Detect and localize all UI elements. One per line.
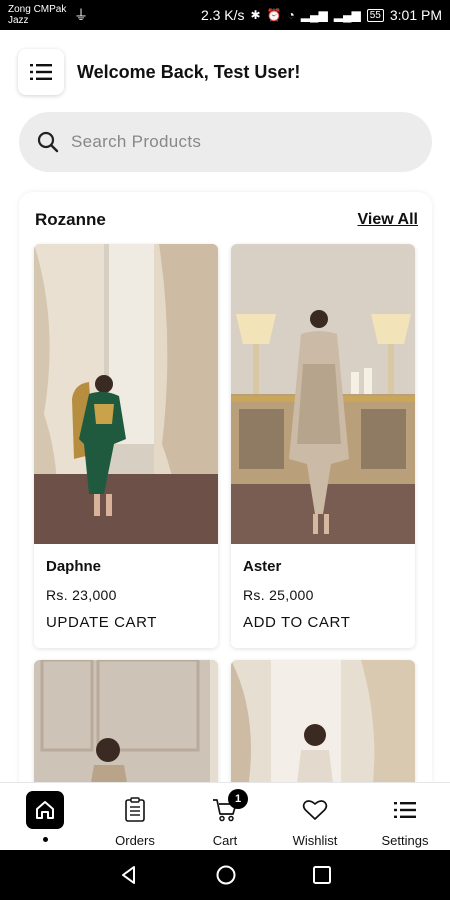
nav-label-orders: Orders xyxy=(115,833,155,848)
carrier-line-1: Zong CMPak xyxy=(8,4,67,15)
status-bar: Zong CMPak Jazz ⏚ 2.3 K/s ✱ ⏰ ◔ ▂▄▆ ▂▄▆ … xyxy=(0,0,450,30)
nav-orders[interactable]: Orders xyxy=(90,783,180,850)
usb-icon: ⏚ xyxy=(74,7,88,23)
product-image[interactable] xyxy=(231,244,415,544)
search-bar[interactable] xyxy=(19,112,432,172)
back-icon[interactable] xyxy=(118,864,140,886)
nav-home[interactable] xyxy=(0,783,90,850)
product-card[interactable]: Daphne Rs. 23,000 UPDATE CART xyxy=(34,244,218,648)
welcome-message: Welcome Back, Test User! xyxy=(77,61,301,82)
collection-header: Rozanne View All xyxy=(35,210,418,230)
home-button-bg[interactable] xyxy=(26,791,64,829)
menu-button[interactable] xyxy=(18,49,64,95)
product-photo xyxy=(231,660,415,792)
update-cart-button[interactable]: UPDATE CART xyxy=(46,614,206,631)
active-indicator-dot xyxy=(42,837,48,842)
signal-icon-2: ▂▄▆ xyxy=(333,8,361,22)
nav-label-settings: Settings xyxy=(381,833,429,848)
collection-section: Rozanne View All Daphne Rs. 23,000 UPDAT… xyxy=(19,192,432,792)
product-photo xyxy=(34,660,218,792)
signal-icon: ▂▄▆ xyxy=(300,8,328,22)
view-all-link[interactable]: View All xyxy=(358,211,418,229)
orders-icon xyxy=(125,797,145,822)
app-header: Welcome Back, Test User! xyxy=(18,48,432,96)
settings-icon xyxy=(394,802,416,818)
product-card[interactable] xyxy=(231,660,415,792)
battery-icon: 55 xyxy=(366,8,384,22)
product-image[interactable] xyxy=(34,244,218,544)
heart-icon xyxy=(302,800,328,820)
product-price: Rs. 23,000 xyxy=(46,587,117,603)
wifi-icon: ◔ xyxy=(287,8,295,22)
product-card[interactable] xyxy=(34,660,218,792)
product-price: Rs. 25,000 xyxy=(243,587,314,603)
carrier-line-2: Jazz xyxy=(8,15,29,26)
product-photo-daphne xyxy=(34,244,218,544)
system-navigation-bar xyxy=(0,850,450,900)
nav-label-wishlist: Wishlist xyxy=(292,833,338,848)
collection-title: Rozanne xyxy=(35,210,106,229)
network-speed: 2.3 K/s xyxy=(200,7,245,23)
product-image[interactable] xyxy=(34,660,218,792)
home-icon xyxy=(36,801,54,819)
search-input[interactable] xyxy=(71,132,391,152)
product-card[interactable]: Aster Rs. 25,000 ADD TO CART xyxy=(231,244,415,648)
product-photo-aster xyxy=(231,244,415,544)
add-to-cart-button[interactable]: ADD TO CART xyxy=(243,614,403,631)
search-icon xyxy=(37,131,59,153)
nav-cart[interactable]: 1 Cart xyxy=(180,783,270,850)
product-name: Daphne xyxy=(46,558,102,575)
nav-label-cart: Cart xyxy=(212,833,238,848)
clock: 3:01 PM xyxy=(389,7,442,23)
home-circle-icon[interactable] xyxy=(215,864,237,886)
bottom-navigation: Orders 1 Cart Wishlist Settings xyxy=(0,782,450,850)
product-image[interactable] xyxy=(231,660,415,792)
nav-wishlist[interactable]: Wishlist xyxy=(270,783,360,850)
hamburger-menu-icon xyxy=(30,64,52,80)
bluetooth-icon: ✱ xyxy=(250,8,261,22)
cart-count-badge: 1 xyxy=(228,789,248,809)
nav-settings[interactable]: Settings xyxy=(360,783,450,850)
product-name: Aster xyxy=(243,558,282,575)
carrier-info: Zong CMPak Jazz xyxy=(8,4,78,26)
recents-icon[interactable] xyxy=(312,865,332,885)
alarm-icon: ⏰ xyxy=(266,8,282,22)
